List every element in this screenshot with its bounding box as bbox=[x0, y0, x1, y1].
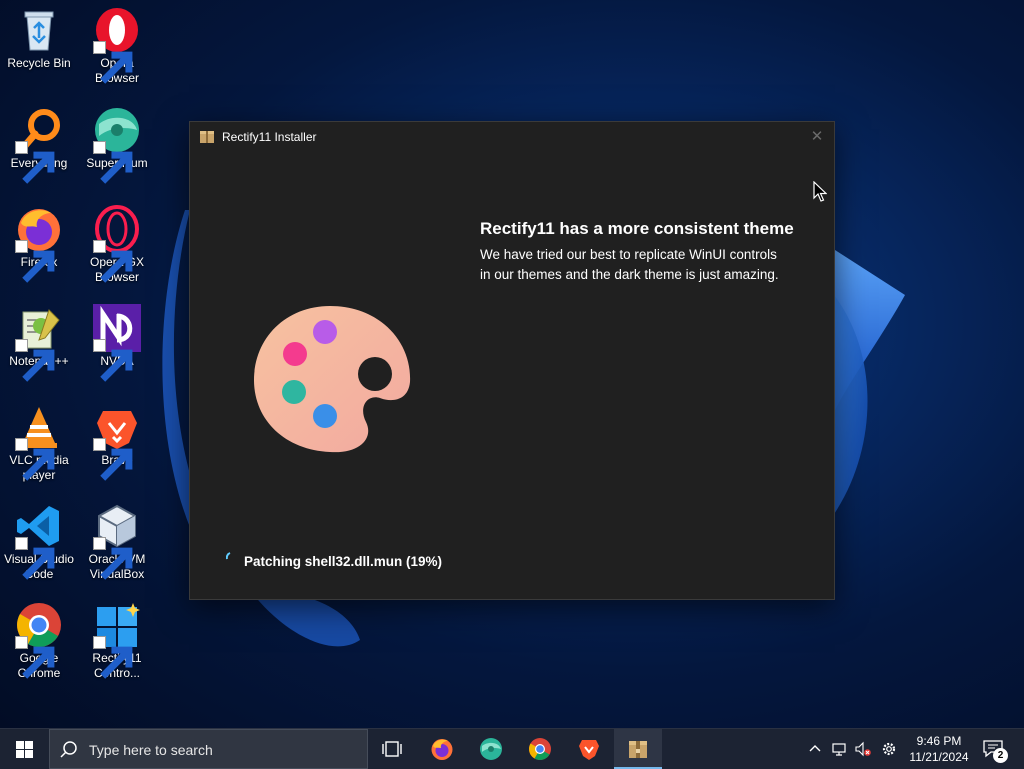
task-view-button[interactable] bbox=[368, 729, 416, 769]
shortcut-arrow-icon bbox=[15, 438, 55, 481]
paint-palette-icon bbox=[254, 306, 411, 453]
supermium-icon bbox=[480, 738, 502, 760]
chrome-icon bbox=[529, 738, 551, 760]
desktop-icon-opera[interactable]: Opera Browser bbox=[78, 0, 156, 86]
desktop-icon-notepad-plus-plus[interactable]: Notepad++ bbox=[0, 298, 78, 382]
volume-muted-icon bbox=[855, 741, 871, 757]
shortcut-arrow-icon bbox=[15, 141, 55, 184]
show-hidden-icons-button[interactable] bbox=[805, 729, 825, 769]
taskbar-clock[interactable]: 9:46 PM 11/21/2024 bbox=[905, 733, 973, 765]
shortcut-arrow-icon bbox=[93, 41, 133, 84]
search-placeholder: Type here to search bbox=[89, 742, 213, 758]
brave-icon bbox=[579, 740, 599, 760]
desktop-icon-recycle-bin[interactable]: Recycle Bin bbox=[0, 0, 78, 71]
desktop-icon-vlc[interactable]: VLC media player bbox=[0, 397, 78, 483]
opera-gx-icon bbox=[93, 205, 141, 283]
installer-package-icon bbox=[200, 131, 214, 143]
network-icon bbox=[832, 743, 846, 756]
desktop-icon-vscode[interactable]: Visual Studio Code bbox=[0, 496, 78, 582]
recycle-bin-icon bbox=[15, 6, 63, 54]
desktop-icon-supermium[interactable]: Supermium bbox=[78, 100, 156, 184]
mouse-cursor-icon bbox=[813, 181, 827, 202]
shortcut-arrow-icon bbox=[93, 339, 133, 382]
taskbar-brave[interactable] bbox=[565, 729, 613, 769]
shortcut-arrow-icon bbox=[15, 240, 55, 283]
taskbar-rectify11-installer[interactable] bbox=[614, 729, 662, 769]
shortcut-arrow-icon bbox=[93, 240, 133, 283]
desktop-icon-label: Recycle Bin bbox=[7, 56, 71, 70]
desktop-icon-opera-gx[interactable]: Opera GX Browser bbox=[78, 199, 156, 285]
taskbar-search-box[interactable]: Type here to search bbox=[49, 729, 368, 769]
desktop-icon-chrome[interactable]: Google Chrome bbox=[0, 595, 78, 681]
search-icon bbox=[60, 741, 77, 758]
firefox-icon bbox=[431, 739, 453, 760]
start-button[interactable] bbox=[0, 729, 48, 769]
notepad-plus-plus-icon bbox=[15, 304, 63, 382]
action-center-button[interactable]: 2 bbox=[980, 729, 1010, 769]
gear-icon bbox=[882, 742, 896, 756]
clock-time: 9:46 PM bbox=[916, 734, 962, 748]
opera-icon bbox=[93, 6, 141, 84]
desktop-icon-rectify11-control[interactable]: Rectify11 Contro... bbox=[78, 595, 156, 681]
installation-status: Patching shell32.dll.mun (19%) bbox=[244, 554, 443, 569]
page-description: We have tried our best to replicate WinU… bbox=[480, 247, 779, 282]
shortcut-arrow-icon bbox=[15, 537, 55, 580]
taskbar-firefox[interactable] bbox=[418, 729, 466, 769]
shortcut-arrow-icon bbox=[93, 537, 133, 580]
supermium-icon bbox=[93, 106, 141, 184]
shortcut-arrow-icon bbox=[93, 438, 133, 481]
brave-icon bbox=[93, 403, 141, 481]
title-bar[interactable]: Rectify11 Installer ✕ bbox=[190, 122, 834, 152]
rectify11-control-center-icon bbox=[93, 601, 141, 679]
notification-count-badge: 2 bbox=[993, 748, 1008, 763]
taskbar: Type here to search 9:46 PM 11/21/2024 2 bbox=[0, 728, 1024, 769]
close-button[interactable]: ✕ bbox=[808, 128, 826, 146]
shortcut-arrow-icon bbox=[15, 339, 55, 382]
task-view-icon bbox=[382, 741, 402, 757]
chevron-up-icon bbox=[809, 745, 821, 752]
shortcut-arrow-icon bbox=[93, 636, 133, 679]
progress-spinner bbox=[226, 552, 231, 560]
shortcut-arrow-icon bbox=[93, 141, 133, 184]
volume-tray-button[interactable] bbox=[852, 729, 874, 769]
desktop-icon-nvda[interactable]: NVDA bbox=[78, 298, 156, 382]
network-tray-button[interactable] bbox=[828, 729, 850, 769]
chrome-icon bbox=[15, 601, 63, 679]
taskbar-supermium[interactable] bbox=[467, 729, 515, 769]
installer-window: Rectify11 Installer ✕ Rectify11 has a mo… bbox=[189, 121, 835, 600]
nvda-icon bbox=[93, 304, 141, 382]
taskbar-chrome[interactable] bbox=[516, 729, 564, 769]
rectify11-installer-icon bbox=[629, 741, 647, 758]
settings-tray-button[interactable] bbox=[877, 729, 901, 769]
virtualbox-icon bbox=[93, 502, 141, 580]
desktop-icon-brave[interactable]: Brave bbox=[78, 397, 156, 481]
everything-search-icon bbox=[15, 106, 63, 184]
windows-logo-icon bbox=[16, 741, 33, 758]
desktop-icon-virtualbox[interactable]: Oracle VM VirtualBox bbox=[78, 496, 156, 582]
desktop-icon-everything[interactable]: Everything bbox=[0, 100, 78, 184]
desktop-icon-firefox[interactable]: Firefox bbox=[0, 199, 78, 283]
vlc-icon bbox=[15, 403, 63, 481]
page-heading: Rectify11 has a more consistent theme bbox=[480, 219, 794, 238]
shortcut-arrow-icon bbox=[15, 636, 55, 679]
vscode-icon bbox=[15, 502, 63, 580]
firefox-icon bbox=[15, 205, 63, 283]
window-title: Rectify11 Installer bbox=[222, 130, 317, 144]
clock-date: 11/21/2024 bbox=[909, 750, 969, 764]
